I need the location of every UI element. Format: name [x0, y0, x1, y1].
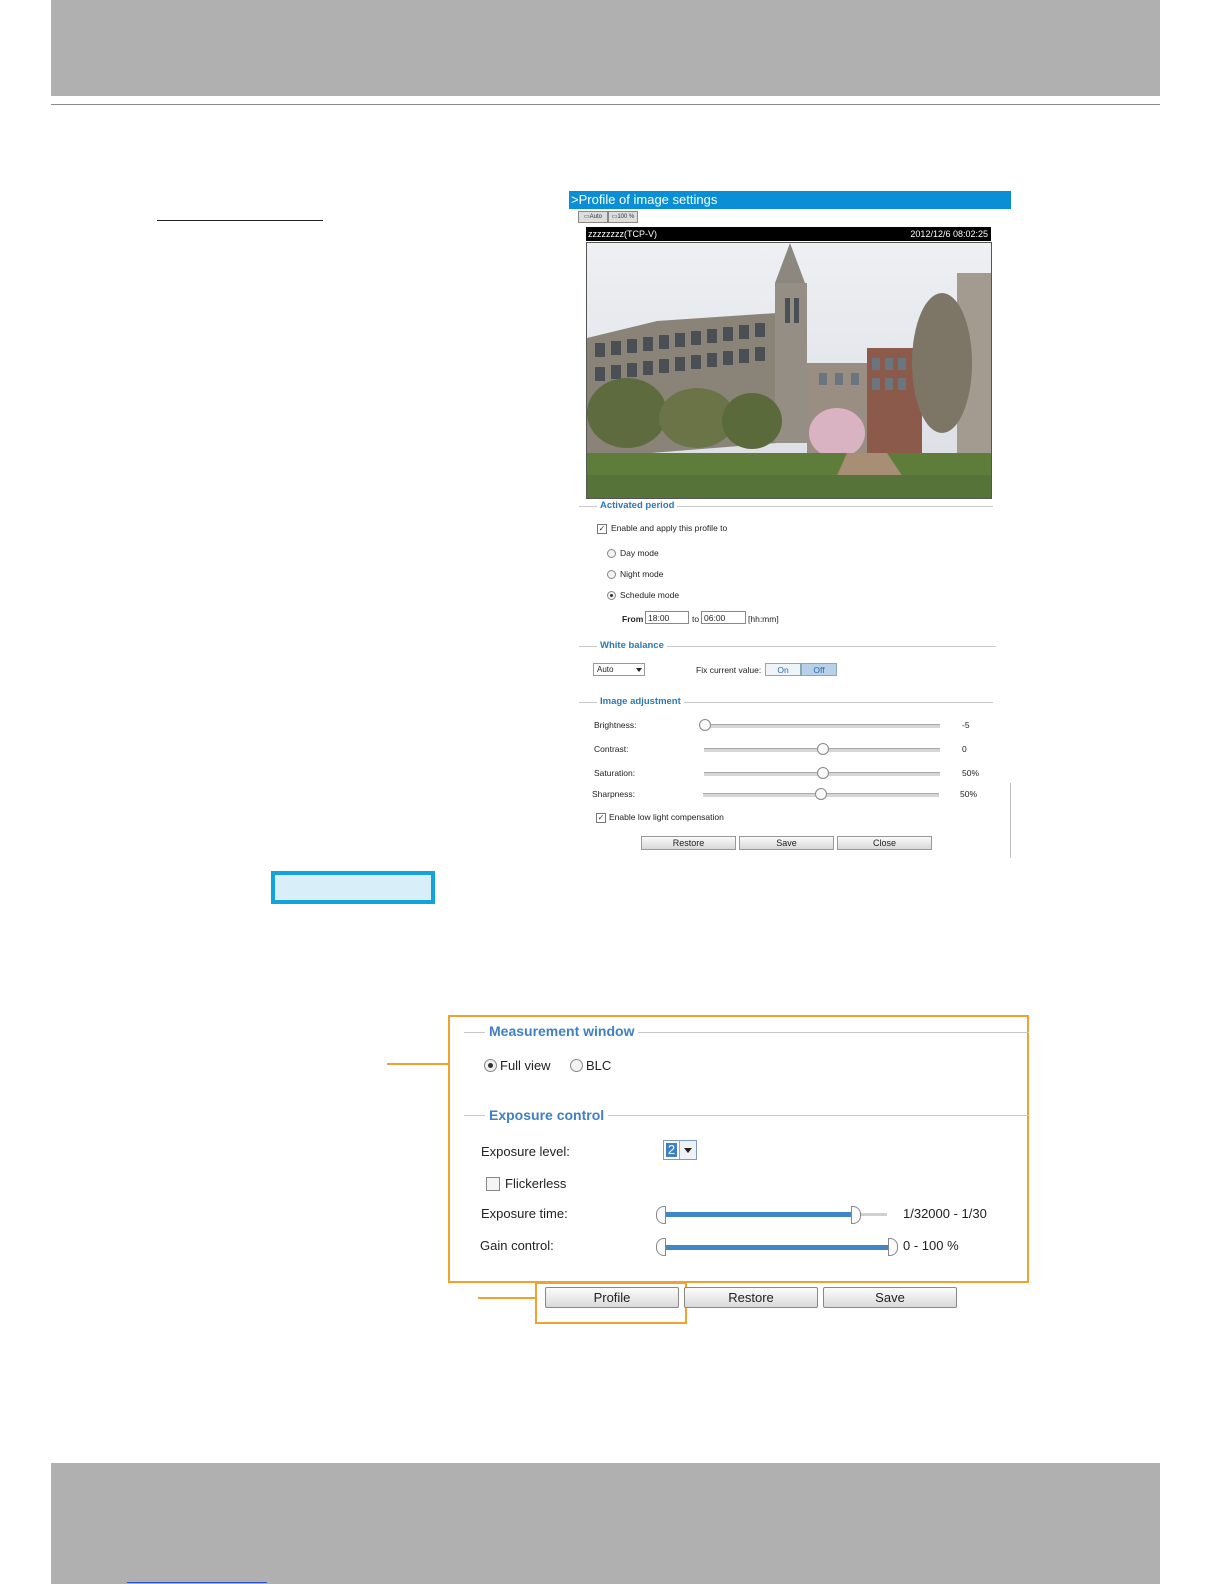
- full-size-button[interactable]: ▭100 %: [608, 211, 638, 223]
- video-header: zzzzzzzz(TCP-V) 2012/12/6 08:02:25: [586, 227, 991, 241]
- save-button[interactable]: Save: [823, 1287, 957, 1308]
- exposure-time-min-handle[interactable]: [656, 1206, 666, 1224]
- gain-control-range: [664, 1245, 892, 1250]
- to-time-input[interactable]: 06:00: [701, 611, 746, 624]
- day-mode-radio[interactable]: [607, 549, 616, 558]
- saturation-label: Saturation:: [594, 768, 636, 778]
- flickerless-checkbox[interactable]: [486, 1177, 500, 1191]
- brightness-slider-handle[interactable]: [699, 719, 711, 731]
- camera-name: zzzzzzzz(TCP-V): [588, 229, 657, 239]
- exposure-time-max-handle[interactable]: [851, 1206, 861, 1224]
- gain-control-label: Gain control:: [480, 1238, 554, 1253]
- video-timestamp: 2012/12/6 08:02:25: [910, 229, 988, 239]
- contrast-slider-handle[interactable]: [817, 743, 829, 755]
- blc-radio[interactable]: [570, 1059, 583, 1072]
- contrast-value: 0: [962, 744, 967, 754]
- profile-settings-panel: >Profile of image settings ▭Auto ▭100 % …: [569, 191, 1011, 861]
- enable-profile-label: Enable and apply this profile to: [611, 523, 728, 533]
- campus-building-image: [587, 243, 991, 498]
- image-adjustment-title: Image adjustment: [597, 696, 684, 707]
- low-light-checkbox[interactable]: ✓: [596, 813, 606, 823]
- gain-control-min-handle[interactable]: [656, 1238, 666, 1256]
- sharpness-value: 50%: [960, 789, 978, 799]
- full-view-label: Full view: [500, 1058, 551, 1073]
- restore-button[interactable]: Restore: [684, 1287, 818, 1308]
- white-balance-title: White balance: [597, 640, 667, 651]
- header-rule: [51, 104, 1160, 105]
- night-mode-radio[interactable]: [607, 570, 616, 579]
- measurement-window-title: Measurement window: [485, 1023, 639, 1039]
- blc-label: BLC: [586, 1058, 612, 1073]
- from-label: From: [622, 614, 644, 624]
- day-mode-label: Day mode: [620, 548, 659, 558]
- schedule-mode-label: Schedule mode: [620, 590, 680, 600]
- header-bar: [51, 0, 1160, 96]
- fix-off-toggle[interactable]: Off: [801, 663, 837, 676]
- low-light-label: Enable low light compensation: [609, 812, 724, 822]
- sharpness-slider-handle[interactable]: [815, 788, 827, 800]
- exposure-settings-panel: Measurement window Full view BLC Exposur…: [448, 1015, 1029, 1283]
- footer-link[interactable]: [127, 1582, 267, 1583]
- full-view-radio[interactable]: [484, 1059, 497, 1072]
- highlight-box: [271, 871, 435, 904]
- saturation-value: 50%: [962, 768, 980, 778]
- profile-button[interactable]: Profile: [545, 1287, 679, 1308]
- auto-size-button[interactable]: ▭Auto: [578, 211, 608, 223]
- white-balance-select[interactable]: Auto: [593, 663, 645, 676]
- exposure-level-select[interactable]: 2: [663, 1140, 697, 1160]
- footer-bar: [51, 1463, 1160, 1584]
- brightness-label: Brightness:: [594, 720, 637, 730]
- from-time-input[interactable]: 18:00: [645, 611, 689, 624]
- contrast-label: Contrast:: [594, 744, 629, 754]
- live-video-view[interactable]: [586, 242, 992, 499]
- gain-control-max-handle[interactable]: [888, 1238, 898, 1256]
- time-format-label: [hh:mm]: [748, 614, 779, 624]
- profile-save-button[interactable]: Save: [739, 836, 834, 850]
- exposure-time-label: Exposure time:: [481, 1206, 568, 1221]
- section-underline: [157, 220, 323, 221]
- exposure-time-value: 1/32000 - 1/30: [903, 1206, 987, 1221]
- fix-current-value-label: Fix current value:: [696, 665, 762, 675]
- flickerless-label: Flickerless: [505, 1176, 567, 1191]
- exposure-time-range: [664, 1212, 854, 1217]
- fix-on-toggle[interactable]: On: [765, 663, 801, 676]
- sharpness-label: Sharpness:: [592, 789, 635, 799]
- enable-profile-checkbox[interactable]: ✓: [597, 524, 607, 534]
- chevron-down-icon: [679, 1141, 696, 1159]
- saturation-slider-handle[interactable]: [817, 767, 829, 779]
- panel-edge: [1010, 783, 1011, 858]
- brightness-value: -5: [962, 720, 970, 730]
- profile-close-button[interactable]: Close: [837, 836, 932, 850]
- panel-title: >Profile of image settings: [569, 191, 1011, 209]
- exposure-control-title: Exposure control: [485, 1107, 609, 1123]
- dropdown-arrow-icon: [636, 668, 642, 672]
- callout-line: [478, 1297, 536, 1299]
- to-label: to: [692, 614, 700, 624]
- profile-restore-button[interactable]: Restore: [641, 836, 736, 850]
- activated-period-title: Activated period: [597, 500, 678, 511]
- night-mode-label: Night mode: [620, 569, 664, 579]
- callout-line: [387, 1063, 449, 1065]
- gain-control-value: 0 - 100 %: [903, 1238, 959, 1253]
- schedule-mode-radio[interactable]: [607, 591, 616, 600]
- brightness-slider-track[interactable]: [704, 724, 940, 728]
- exposure-level-label: Exposure level:: [481, 1144, 570, 1159]
